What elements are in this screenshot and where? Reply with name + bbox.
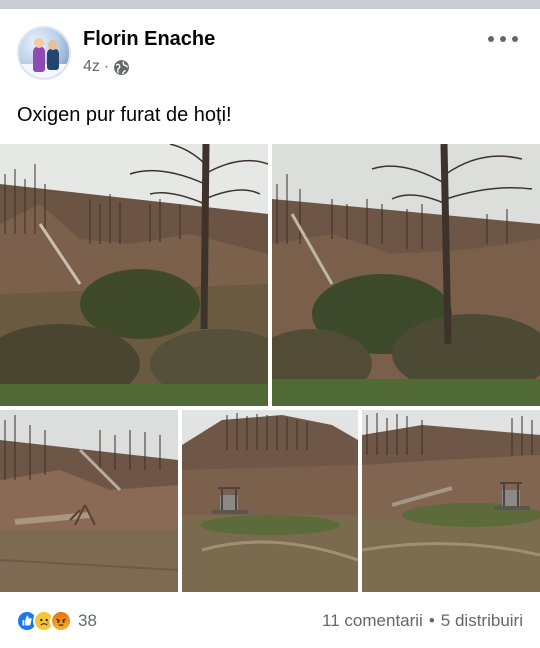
- meta-separator: ·: [103, 58, 110, 75]
- more-dot-icon: [512, 36, 518, 42]
- post-footer: 38 11 comentarii • 5 distribuiri: [0, 600, 540, 640]
- reactions-summary[interactable]: 38: [16, 610, 97, 632]
- photo-grid: [0, 144, 540, 592]
- author-name[interactable]: Florin Enache: [83, 28, 215, 51]
- post-timestamp[interactable]: 4z: [83, 58, 100, 76]
- comments-count-link[interactable]: 11 comentarii: [322, 611, 423, 631]
- post-header: Florin Enache 4z ·: [0, 9, 540, 89]
- more-dot-icon: [488, 36, 494, 42]
- reaction-count: 38: [78, 611, 97, 630]
- photo-1[interactable]: [0, 144, 268, 406]
- angry-icon: [50, 610, 72, 632]
- photo-5[interactable]: [362, 410, 540, 592]
- shares-count-link[interactable]: 5 distribuiri: [441, 611, 523, 631]
- avatar[interactable]: [17, 26, 71, 80]
- post-text: Oxigen pur furat de hoți!: [17, 104, 232, 126]
- post-stats: 11 comentarii • 5 distribuiri: [322, 611, 523, 631]
- stats-separator: •: [428, 611, 435, 630]
- globe-icon[interactable]: [113, 59, 130, 76]
- photo-2[interactable]: [272, 144, 540, 406]
- photo-3[interactable]: [0, 410, 178, 592]
- photo-4[interactable]: [182, 410, 358, 592]
- post-meta: 4z ·: [83, 58, 130, 76]
- more-dot-icon: [500, 36, 506, 42]
- top-divider: [0, 0, 540, 9]
- more-options-button[interactable]: [488, 30, 518, 48]
